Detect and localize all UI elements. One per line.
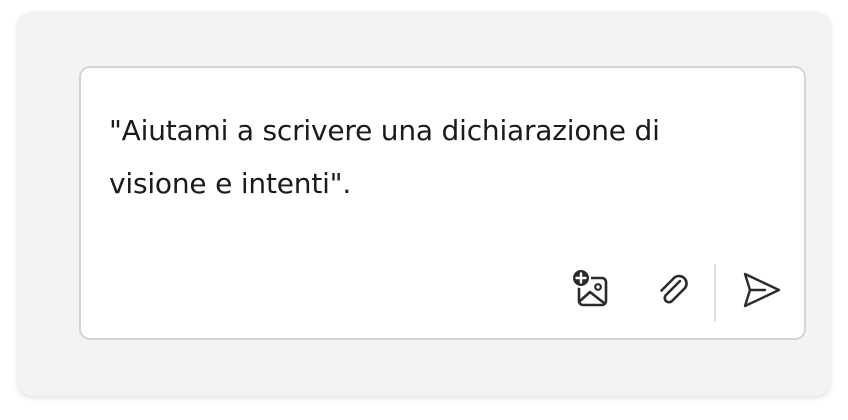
chat-input-panel: "Aiutami a scrivere una dichiarazione di… [18,12,830,396]
send-icon [743,272,781,308]
prompt-composer[interactable]: "Aiutami a scrivere una dichiarazione di… [79,66,806,340]
paperclip-icon [660,274,688,304]
composer-toolbar [544,242,804,338]
prompt-text[interactable]: "Aiutami a scrivere una dichiarazione di… [109,104,729,210]
toolbar-divider [714,264,716,322]
attach-file-button[interactable] [649,266,697,314]
send-button[interactable] [737,266,785,314]
image-add-icon [571,268,608,307]
add-image-button[interactable] [568,266,616,314]
